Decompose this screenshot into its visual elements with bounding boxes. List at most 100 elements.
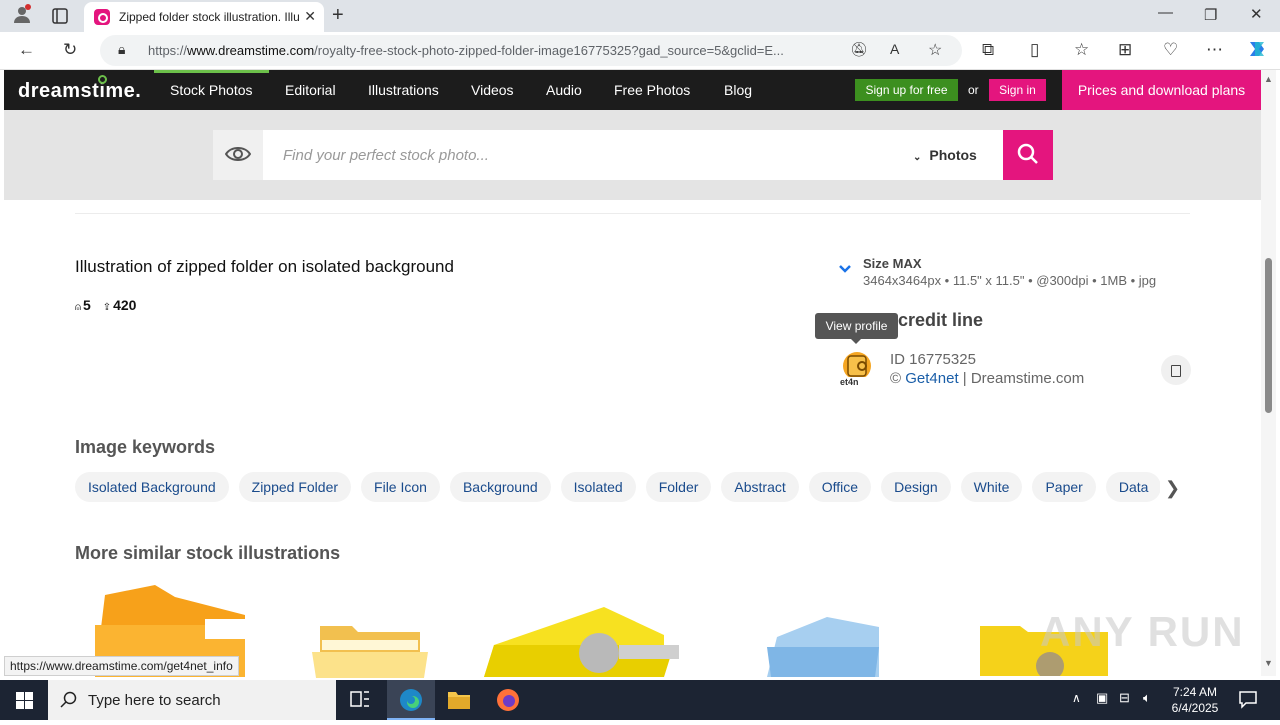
view-profile-tooltip: View profile <box>815 313 898 344</box>
similar-thumbnail[interactable] <box>767 617 883 682</box>
search-box: ⌄ Photos <box>213 130 1053 180</box>
firefox-icon[interactable] <box>484 680 532 720</box>
browser-tab-bar: Zipped folder stock illustration. Illust… <box>0 0 1280 32</box>
page-scrollbar[interactable]: ▲ ▼ <box>1261 70 1276 676</box>
copy-credit-button[interactable] <box>1161 355 1191 385</box>
nav-illustrations[interactable]: Illustrations <box>368 82 439 98</box>
clock-time: 7:24 AM <box>1172 685 1218 699</box>
scroll-thumb[interactable] <box>1265 258 1272 413</box>
nav-audio[interactable]: Audio <box>546 82 582 98</box>
size-label: Size MAX <box>863 256 922 271</box>
image-id: ID 16775325 <box>890 351 976 368</box>
divider <box>75 213 1190 214</box>
copyright-line: © Get4net | Dreamstime.com <box>890 370 1084 387</box>
author-avatar[interactable]: et4n <box>836 344 878 388</box>
credit-line-heading: credit line <box>898 310 984 330</box>
new-tab-icon[interactable]: + <box>332 4 344 27</box>
or-label: or <box>968 83 979 97</box>
taskbar-search[interactable]: Type here to search <box>48 680 336 720</box>
keyword-chip[interactable]: Zipped Folder <box>238 472 352 502</box>
close-window-icon[interactable]: ✕ <box>1250 5 1263 23</box>
performance-icon[interactable]: ♡ <box>1163 40 1178 60</box>
tracking-blocked-icon[interactable]: 🔕︎ <box>850 41 868 58</box>
back-icon[interactable]: ← <box>18 40 35 60</box>
folder-with-key-image <box>484 607 679 677</box>
split-screen-icon[interactable]: ▯ <box>1030 40 1039 60</box>
keyword-chip[interactable]: Design <box>881 472 951 502</box>
nav-videos[interactable]: Videos <box>471 82 514 98</box>
search-type-select[interactable]: ⌄ Photos <box>913 147 977 163</box>
url-domain: www.dreamstime.com <box>187 43 315 58</box>
active-tab[interactable]: Zipped folder stock illustration. Illust… <box>84 2 324 32</box>
read-aloud-icon[interactable]: A <box>890 41 899 57</box>
keyword-chip[interactable]: White <box>960 472 1023 502</box>
nav-blog[interactable]: Blog <box>724 82 752 98</box>
status-bar-url: https://www.dreamstime.com/get4net_info <box>4 656 239 676</box>
similar-thumbnail[interactable] <box>312 622 428 683</box>
url-prefix: https:// <box>148 43 188 58</box>
extensions-icon[interactable]: ⧉ <box>982 40 994 60</box>
notifications-icon[interactable] <box>1238 689 1258 714</box>
search-button[interactable] <box>1003 130 1053 180</box>
dreamstime-favicon-icon <box>94 9 110 25</box>
author-link[interactable]: Get4net <box>905 370 958 387</box>
copyright-symbol: © <box>890 370 902 387</box>
keyword-chip[interactable]: Background <box>449 472 551 502</box>
nav-editorial[interactable]: Editorial <box>285 82 336 98</box>
similar-thumbnail[interactable] <box>484 605 694 682</box>
lock-icon[interactable]: 🔒︎ <box>118 41 125 58</box>
signup-button[interactable]: Sign up for free <box>855 79 958 101</box>
taskbar-search-placeholder: Type here to search <box>88 692 221 709</box>
url-text[interactable]: https://www.dreamstime.com/royalty-free-… <box>148 43 838 58</box>
prices-button[interactable]: Prices and download plans <box>1062 70 1261 110</box>
downloads-icon: ⇪ <box>102 302 112 313</box>
search-input[interactable] <box>265 130 905 180</box>
show-hidden-icons-icon[interactable]: ∧ <box>1072 691 1081 705</box>
url-field[interactable]: 🔒︎ https://www.dreamstime.com/royalty-fr… <box>100 35 962 66</box>
more-menu-icon[interactable]: ⋯ <box>1206 40 1223 60</box>
agency-text: | Dreamstime.com <box>958 370 1085 387</box>
device-icon[interactable]: ▣ <box>1096 690 1108 706</box>
keyword-chip[interactable]: Folder <box>645 472 712 502</box>
active-nav-indicator <box>154 70 269 73</box>
keywords-heading: Image keywords <box>75 437 216 457</box>
dreamstime-logo[interactable]: dreamstime. <box>18 75 142 103</box>
search-icon <box>60 691 77 708</box>
chevron-right-icon[interactable]: ❯ <box>1165 478 1180 499</box>
scroll-down-icon[interactable]: ▼ <box>1264 658 1273 668</box>
eye-icon <box>225 147 251 161</box>
keyword-chip[interactable]: Paper <box>1032 472 1096 502</box>
yellow-folder-image <box>312 626 428 678</box>
profile-icon[interactable] <box>12 4 32 28</box>
keyword-chip[interactable]: Data <box>1105 472 1160 502</box>
signin-button[interactable]: Sign in <box>989 79 1046 101</box>
windows-start-icon[interactable] <box>0 680 48 720</box>
tab-actions-icon[interactable] <box>52 8 68 28</box>
network-icon[interactable]: ⊟ <box>1119 690 1130 706</box>
collections-icon[interactable]: ⊞ <box>1118 40 1132 60</box>
refresh-icon[interactable]: ↻ <box>63 40 77 60</box>
logo-text: dreamstime. <box>18 80 142 102</box>
close-tab-icon[interactable]: ✕ <box>304 8 316 25</box>
nav-free-photos[interactable]: Free Photos <box>614 82 690 98</box>
minimize-icon[interactable]: — <box>1158 4 1173 21</box>
downloads-count: 420 <box>113 297 137 313</box>
favorite-star-icon[interactable]: ☆ <box>928 40 942 60</box>
task-view-icon[interactable] <box>336 680 384 720</box>
taskbar-clock[interactable]: 7:24 AM 6/4/2025 <box>1168 684 1222 716</box>
scroll-up-icon[interactable]: ▲ <box>1264 74 1273 84</box>
nav-stock-photos[interactable]: Stock Photos <box>170 82 253 98</box>
restore-icon[interactable]: ❐ <box>1204 6 1217 24</box>
keyword-chip[interactable]: File Icon <box>361 472 440 502</box>
file-explorer-icon[interactable] <box>435 680 483 720</box>
copilot-icon[interactable] <box>1246 38 1268 65</box>
volume-icon[interactable]: 🔈︎ <box>1143 690 1151 706</box>
keyword-chip[interactable]: Office <box>808 472 872 502</box>
chevron-down-icon: ⌄ <box>913 152 922 163</box>
favorites-icon[interactable]: ☆ <box>1074 40 1089 60</box>
keyword-chip[interactable]: Abstract <box>721 472 799 502</box>
keyword-chip[interactable]: Isolated <box>560 472 636 502</box>
edge-app-icon[interactable] <box>387 680 435 720</box>
keyword-chip[interactable]: Isolated Background <box>75 472 229 502</box>
visual-search-button[interactable] <box>213 130 263 180</box>
